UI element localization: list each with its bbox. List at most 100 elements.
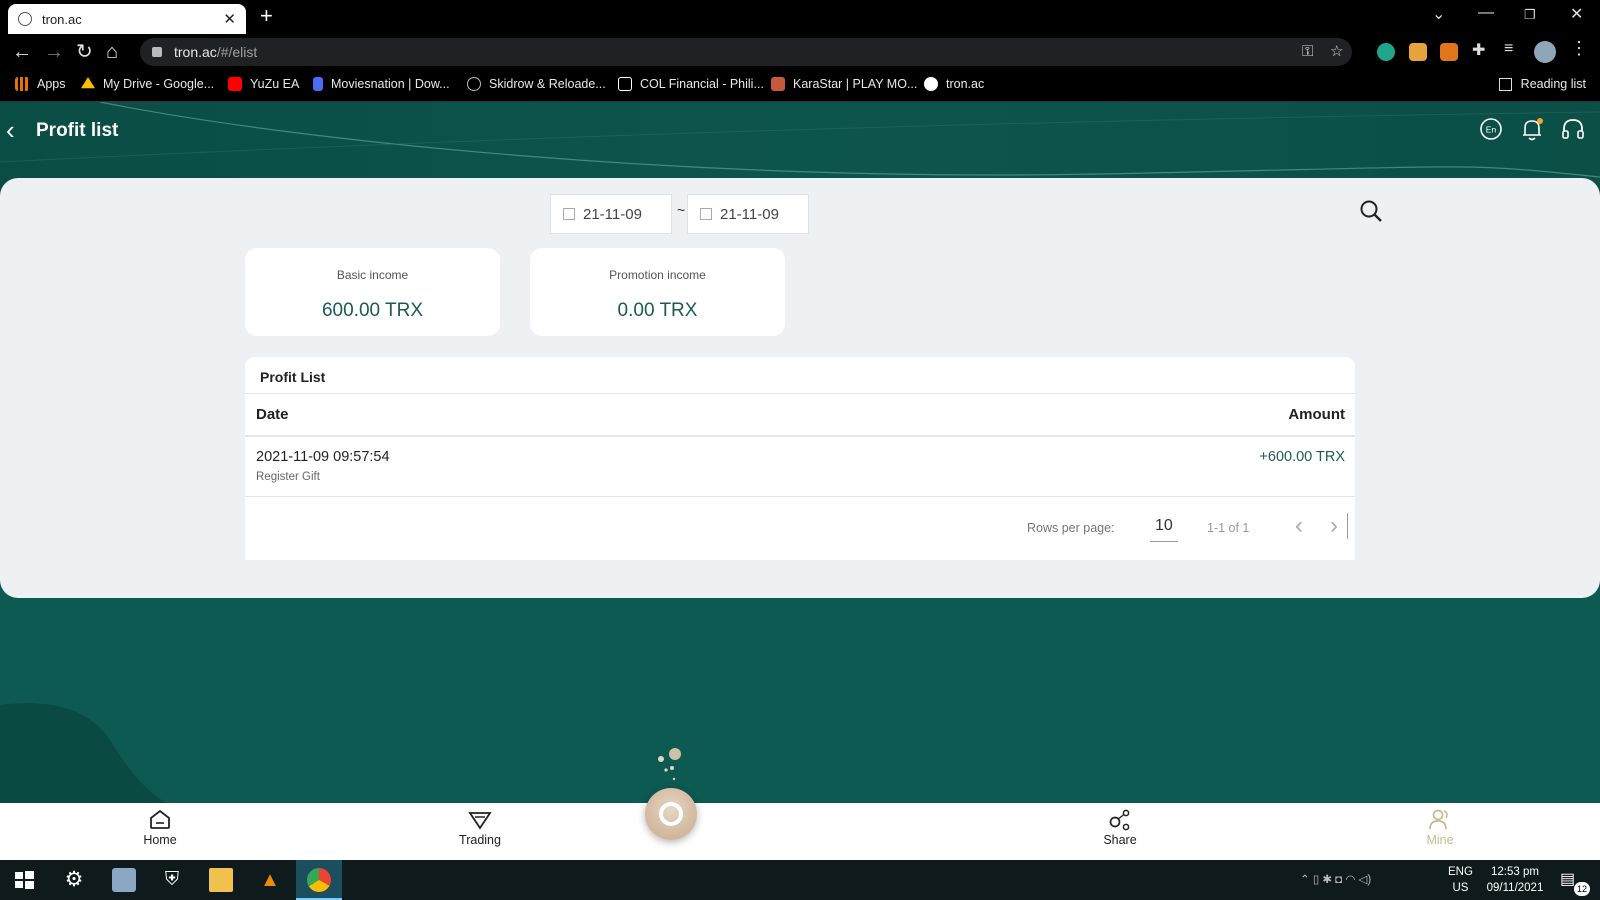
row-date: 2021-11-09 09:57:54	[256, 449, 390, 465]
promotion-income-value: 0.00 TRX	[617, 300, 698, 321]
bookmark-star-icon[interactable]: ☆	[1330, 38, 1343, 66]
windows-taskbar: ⚙ ⛨ ▲ ⌃ ▯ ✱ ◘ ◠ ◁) ENG US 12:53 pm 09/11…	[0, 860, 1600, 900]
shield-icon[interactable]: ⛨	[160, 868, 184, 892]
bookmark-label: Moviesnation | Dow...	[331, 77, 450, 91]
background-wave	[0, 703, 170, 805]
nav-home[interactable]: Home	[120, 807, 200, 847]
input-language[interactable]: ENG US	[1448, 864, 1473, 896]
language-badge: En	[1486, 125, 1497, 135]
divider	[245, 496, 1355, 497]
bookmark-skidrow[interactable]: Skidrow & Reloade...	[467, 77, 606, 91]
logo-icon	[659, 802, 683, 826]
bottom-nav: Home Trading Share Mine	[0, 803, 1600, 860]
settings-gear-icon[interactable]: ⚙	[62, 868, 86, 892]
bookmark-label: YuZu EA	[250, 77, 300, 91]
lock-icon	[152, 47, 162, 57]
back-icon[interactable]: ←	[12, 40, 32, 64]
puzzle-icon[interactable]: ✚	[1472, 40, 1490, 59]
language-en-icon[interactable]: En	[1478, 116, 1504, 142]
rows-per-page-select[interactable]: 10	[1150, 517, 1178, 542]
bookmark-drive[interactable]: My Drive - Google...	[81, 77, 214, 91]
bookmark-label: tron.ac	[946, 77, 985, 91]
calendar-icon	[700, 208, 712, 220]
nav-share-label: Share	[1103, 833, 1137, 847]
notification-count: 12	[1574, 882, 1590, 896]
nav-share[interactable]: Share	[1080, 807, 1160, 847]
browser-tab-bar: tron.ac ✕ + ⌄ — ❐ ✕	[0, 0, 1600, 34]
bookmark-label: KaraStar | PLAY MO...	[793, 77, 918, 91]
bookmark-col-financial[interactable]: COL Financial - Phili...	[618, 77, 764, 91]
main-content: 21-11-09 ~ 21-11-09 Basic income 600.00 …	[0, 178, 1600, 598]
bookmark-apps[interactable]: Apps	[15, 77, 66, 91]
new-tab-icon[interactable]: +	[260, 3, 273, 29]
media-icon[interactable]: ≡	[1504, 40, 1522, 58]
extension-icon[interactable]	[1409, 43, 1427, 61]
lang-bottom: US	[1452, 882, 1469, 894]
bookmark-label: COL Financial - Phili...	[640, 77, 764, 91]
karastar-icon	[771, 77, 785, 91]
url-path: /#/elist	[216, 44, 258, 60]
back-arrow-icon[interactable]: ‹	[6, 116, 15, 144]
bookmark-moviesnation[interactable]: Moviesnation | Dow...	[313, 77, 450, 91]
restore-icon[interactable]: ❐	[1524, 7, 1536, 23]
tab-search-icon[interactable]: ⌄	[1432, 4, 1445, 24]
headset-icon[interactable]	[1560, 116, 1586, 142]
search-icon[interactable]	[1358, 198, 1384, 224]
nav-trading[interactable]: Trading	[440, 807, 520, 847]
start-date-value: 21-11-09	[583, 205, 642, 223]
apps-grid-icon	[15, 77, 29, 91]
bell-icon[interactable]	[1519, 116, 1545, 142]
tray-icons[interactable]: ⌃ ▯ ✱ ◘ ◠ ◁)	[1300, 872, 1371, 888]
bookmark-yuzu[interactable]: YuZu EA	[228, 77, 299, 91]
extension-icon[interactable]	[1377, 43, 1395, 61]
end-date-value: 21-11-09	[720, 205, 779, 223]
globe-icon	[467, 77, 481, 91]
next-page-icon[interactable]: ›	[1330, 513, 1338, 539]
clock[interactable]: 12:53 pm 09/11/2021	[1480, 864, 1550, 896]
tab-close-icon[interactable]: ✕	[223, 10, 236, 28]
clock-time: 12:53 pm	[1491, 866, 1539, 878]
pagination-range: 1-1 of 1	[1207, 521, 1250, 535]
minimize-icon[interactable]: —	[1478, 4, 1494, 22]
bookmark-label: Apps	[37, 77, 66, 91]
promotion-income-card: Promotion income 0.00 TRX	[530, 248, 785, 336]
column-header-date: Date	[256, 406, 289, 423]
bubbles-decoration	[658, 748, 681, 781]
start-date-input[interactable]: 21-11-09	[550, 194, 672, 234]
reload-icon[interactable]: ↻	[76, 40, 93, 64]
home-icon[interactable]: ⌂	[106, 40, 118, 64]
menu-kebab-icon[interactable]: ⋮	[1570, 38, 1588, 58]
key-icon[interactable]: ⚿	[1302, 38, 1313, 66]
nav-trading-label: Trading	[459, 833, 501, 847]
chrome-icon[interactable]	[307, 868, 331, 892]
end-date-input[interactable]: 21-11-09	[687, 194, 809, 234]
basic-income-card: Basic income 600.00 TRX	[245, 248, 500, 336]
window-close-icon[interactable]: ✕	[1570, 4, 1583, 24]
bookmark-tron[interactable]: tron.ac	[924, 77, 984, 91]
forward-icon[interactable]: →	[44, 40, 64, 64]
center-action-button[interactable]	[645, 788, 697, 840]
reading-list-icon	[1498, 77, 1512, 91]
file-explorer-icon[interactable]	[209, 868, 233, 892]
avatar[interactable]	[1534, 41, 1556, 63]
lang-top: ENG	[1448, 866, 1473, 878]
vlc-icon[interactable]: ▲	[258, 868, 282, 892]
row-type: Register Gift	[256, 471, 320, 483]
diamond-icon	[468, 812, 492, 830]
address-bar[interactable]: tron.ac/#/elist ⚿ ☆	[140, 38, 1352, 66]
clock-date: 09/11/2021	[1486, 882, 1544, 894]
profit-list-title: Profit List	[260, 369, 326, 385]
share-icon	[1109, 809, 1130, 831]
date-separator: ~	[677, 202, 686, 218]
reading-list-button[interactable]: Reading list	[1498, 77, 1586, 91]
control-panel-icon[interactable]	[112, 868, 136, 892]
metamask-icon[interactable]	[1440, 43, 1458, 61]
reading-list-label: Reading list	[1520, 77, 1586, 91]
nav-mine[interactable]: Mine	[1400, 807, 1480, 847]
prev-page-icon[interactable]: ‹	[1295, 513, 1303, 539]
tab-title: tron.ac	[42, 11, 82, 27]
browser-tab[interactable]: tron.ac ✕	[8, 4, 246, 34]
nav-home-label: Home	[143, 833, 177, 847]
windows-start-icon[interactable]	[12, 868, 36, 892]
bookmark-karastar[interactable]: KaraStar | PLAY MO...	[771, 77, 917, 91]
